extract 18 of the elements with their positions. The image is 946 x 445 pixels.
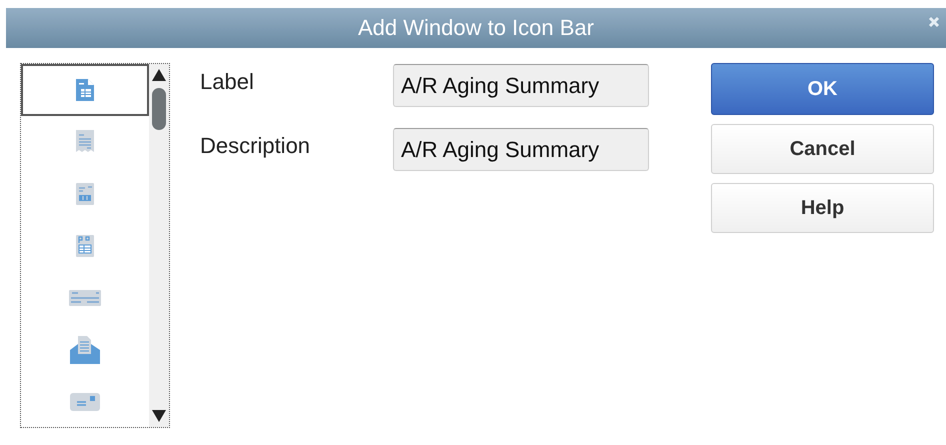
card-icon <box>70 393 100 411</box>
dialog-button[interactable]: Cancel <box>711 124 934 174</box>
field-label: Label <box>200 68 255 95</box>
dialog-button[interactable]: Help <box>711 183 934 233</box>
document-icon <box>76 79 94 101</box>
statement-icon <box>76 183 94 205</box>
field-label: Description <box>200 132 312 159</box>
close-icon[interactable] <box>928 16 940 28</box>
ok-button[interactable]: OK <box>711 63 934 115</box>
receipt-icon <box>76 130 94 154</box>
scrollbar-thumb[interactable] <box>152 88 166 130</box>
envelope-document-icon <box>70 336 100 364</box>
purchase-order-icon <box>76 235 94 257</box>
text-field[interactable]: A/R Aging Summary <box>393 128 649 171</box>
window-title: Add Window to Icon Bar <box>358 15 594 41</box>
check-icon <box>69 290 101 306</box>
text-field[interactable]: A/R Aging Summary <box>393 64 649 107</box>
icon-list-item[interactable] <box>21 64 149 116</box>
